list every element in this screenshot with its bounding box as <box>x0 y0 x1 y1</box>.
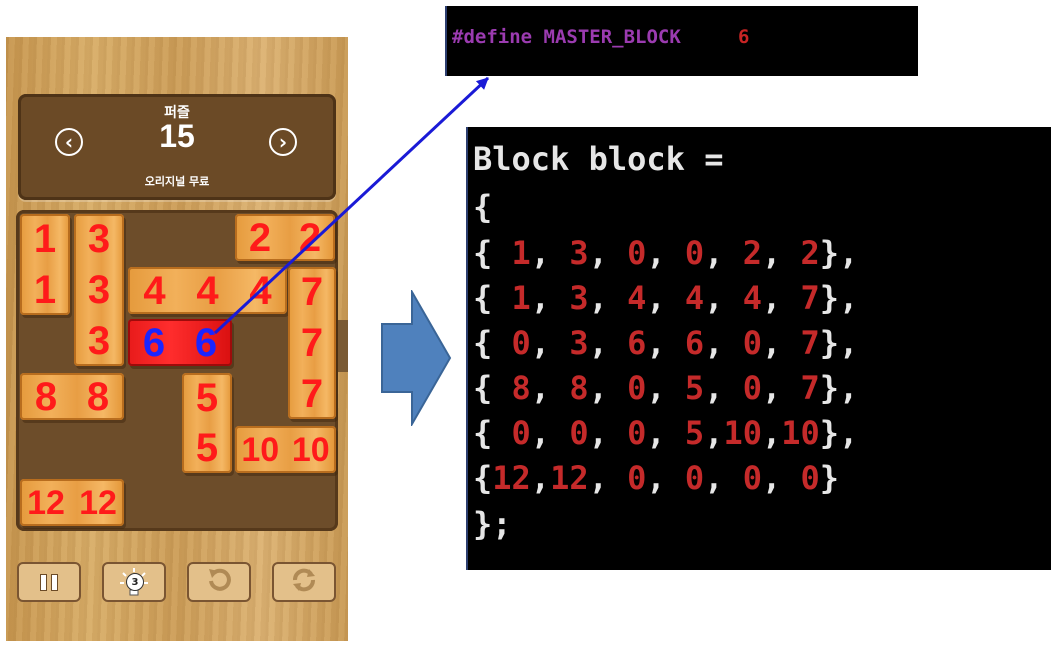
pointer-arrow-icon <box>213 76 490 335</box>
pointer-line <box>213 76 490 335</box>
